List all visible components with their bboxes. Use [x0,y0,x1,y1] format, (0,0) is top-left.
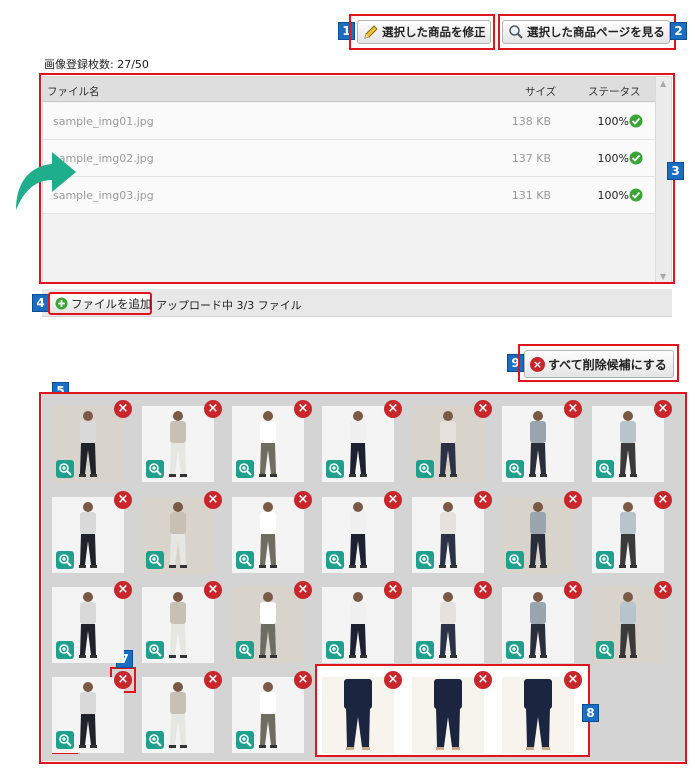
delete-image-icon[interactable]: × [114,400,132,418]
add-file-label: ファイルを追加 [71,296,152,311]
delete-image-icon[interactable]: × [654,491,672,509]
delete-image-icon[interactable]: × [384,400,402,418]
zoom-in-icon[interactable] [596,460,614,478]
delete-image-icon[interactable]: × [294,491,312,509]
delete-image-icon[interactable]: × [294,671,312,689]
zoom-in-icon[interactable] [236,551,254,569]
zoom-in-icon[interactable] [326,460,344,478]
view-selected-label: 選択した商品ページを見る [527,25,665,39]
delete-image-icon[interactable]: × [384,491,402,509]
delete-image-icon[interactable]: × [564,671,582,689]
delete-image-icon[interactable]: × [564,491,582,509]
gallery-thumbnail-new[interactable] [502,677,574,753]
upload-progress-text: アップロード中 3/3 ファイル [156,299,302,312]
delete-image-icon[interactable]: × [654,400,672,418]
delete-image-icon[interactable]: × [204,491,222,509]
delete-image-icon[interactable]: × [654,581,672,599]
delete-image-icon[interactable]: × [474,491,492,509]
delete-image-icon[interactable]: × [474,581,492,599]
zoom-in-icon[interactable] [416,641,434,659]
delete-all-button[interactable]: × すべて削除候補にする [524,350,674,378]
zoom-in-icon[interactable] [236,460,254,478]
delete-image-icon[interactable]: × [114,581,132,599]
zoom-in-icon[interactable] [56,641,74,659]
delete-image-icon[interactable]: × [204,400,222,418]
annotation-badge-2: 2 [670,22,687,40]
zoom-in-icon[interactable] [506,641,524,659]
delete-image-icon[interactable]: × [564,581,582,599]
edit-selected-button[interactable]: 選択した商品を修正 [357,20,491,44]
delete-image-icon[interactable]: × [294,581,312,599]
annotation-box-3 [39,73,675,284]
delete-all-label: すべて削除候補にする [548,357,667,372]
product-photo [322,677,394,753]
zoom-in-icon[interactable] [56,460,74,478]
delete-image-icon[interactable]: × [474,400,492,418]
zoom-in-icon[interactable] [146,460,164,478]
delete-image-icon[interactable]: × [114,491,132,509]
delete-image-icon[interactable]: × [204,581,222,599]
zoom-in-icon[interactable] [596,641,614,659]
add-file-button[interactable]: ファイルを追加 [48,292,152,315]
zoom-in-icon[interactable] [236,641,254,659]
magnifier-icon [509,25,523,39]
product-photo [502,677,574,753]
zoom-in-icon[interactable] [326,641,344,659]
delete-image-icon[interactable]: × [384,581,402,599]
zoom-in-icon[interactable] [236,731,254,749]
pencil-icon [364,25,378,39]
view-selected-button[interactable]: 選択した商品ページを見る [502,20,670,44]
curved-arrow-icon [16,152,76,210]
zoom-in-icon[interactable] [506,460,524,478]
x-circle-icon: × [530,356,545,372]
plus-circle-icon [55,297,68,310]
edit-selected-label: 選択した商品を修正 [382,25,486,39]
annotation-badge-3: 3 [667,162,684,180]
delete-image-icon[interactable]: × [474,671,492,689]
zoom-in-icon[interactable] [146,551,164,569]
product-photo [412,677,484,753]
gallery-thumbnail-new[interactable] [322,677,394,753]
delete-image-icon[interactable]: × [564,400,582,418]
zoom-in-icon[interactable] [56,731,74,749]
zoom-in-icon[interactable] [146,731,164,749]
zoom-in-icon[interactable] [146,641,164,659]
zoom-in-icon[interactable] [416,460,434,478]
delete-image-icon[interactable]: × [384,671,402,689]
delete-image-icon[interactable]: × [294,400,312,418]
gallery-thumbnail-new[interactable] [412,677,484,753]
delete-image-icon[interactable]: × [114,671,132,689]
zoom-in-icon[interactable] [416,551,434,569]
annotation-badge-8: 8 [582,704,599,722]
zoom-in-icon[interactable] [326,551,344,569]
image-count: 画像登録枚数: 27/50 [44,58,149,71]
zoom-in-icon[interactable] [596,551,614,569]
annotation-badge-4: 4 [32,294,49,312]
delete-image-icon[interactable]: × [204,671,222,689]
zoom-in-icon[interactable] [56,551,74,569]
zoom-in-icon[interactable] [506,551,524,569]
